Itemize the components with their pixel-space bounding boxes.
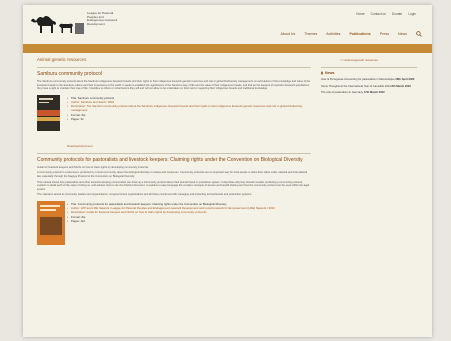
news-bullet-icon: ▮ [321, 71, 323, 75]
nav-about-us[interactable]: About Us [280, 32, 295, 36]
news-item[interactable]: Some Thoughts at the International Year … [321, 85, 417, 89]
section-paragraph: Guide for livestock keepers and NGOs on … [37, 165, 150, 169]
breadcrumb-link[interactable]: << Animal genetic resources [340, 58, 378, 62]
page-title: Animal genetic resources [37, 57, 87, 62]
news-item-date: 17th March 2022 [363, 91, 385, 94]
nav-press[interactable]: Press [380, 32, 389, 36]
section-paragraph: A community protocol is a document, prod… [37, 171, 308, 178]
divider [321, 67, 417, 68]
search-icon[interactable] [416, 31, 422, 37]
nav-news[interactable]: News [398, 32, 407, 36]
news-item-text: How is Portuguese Accounting for pastora… [321, 78, 395, 81]
news-item-text: The role of pastoralism in Germany [321, 91, 363, 94]
title-row: Animal genetic resources << Animal genet… [37, 57, 418, 65]
document-entry: Title: Samburu community protocol Author… [37, 94, 311, 153]
doc-description: Description: The Samburu community proto… [67, 104, 307, 112]
nav-publications[interactable]: Publications [349, 32, 370, 36]
document-cover-image[interactable] [37, 94, 60, 131]
site-header: League for Pastoral Peoples and Endogeno… [23, 5, 432, 44]
utility-nav: Home Contact us Donate Login [356, 12, 416, 16]
util-login-link[interactable]: Login [408, 12, 416, 16]
util-donate-link[interactable]: Donate [392, 12, 402, 16]
logo-text: League for Pastoral Peoples and Endogeno… [87, 11, 118, 26]
news-item[interactable]: The role of pastoralism in Germany 17th … [321, 91, 417, 95]
section-paragraph: The Samburu community protocol about the… [37, 80, 311, 91]
news-item-text: Some Thoughts at the International Year … [321, 84, 391, 88]
nav-themes[interactable]: Themes [304, 32, 317, 36]
document-entry: Title: Community protocols for pastorali… [37, 200, 311, 259]
news-item-date: 8th March 2022 [391, 84, 411, 88]
doc-pages: Pages: 112 [67, 219, 307, 223]
header-banner [23, 44, 432, 53]
util-home-link[interactable]: Home [356, 12, 365, 16]
news-heading: ▮ News [321, 71, 417, 75]
util-contact-link[interactable]: Contact us [371, 12, 386, 16]
camel-logo-icon[interactable] [29, 9, 85, 39]
main-nav: About Us Themes Activities Publications … [280, 31, 422, 37]
news-heading-label: News [324, 71, 335, 75]
nav-activities[interactable]: Activities [326, 32, 340, 36]
main-content: Samburu community protocol The Samburu c… [37, 67, 311, 259]
section-paragraph: This manual shows how pastoralists and o… [37, 180, 310, 191]
page-frame: League for Pastoral Peoples and Endogeno… [23, 5, 432, 337]
download-document-link[interactable]: Download document [67, 144, 93, 148]
news-item-date: 28th April 2022 [395, 78, 415, 81]
news-item[interactable]: How is Portuguese Accounting for pastora… [321, 78, 417, 82]
doc-pages: Pages: 32 [67, 117, 307, 121]
section-paragraph: The manual is aimed at community leaders… [37, 193, 252, 197]
section-title: Samburu community protocol [37, 71, 103, 77]
document-cover-image[interactable] [37, 200, 65, 245]
news-sidebar: ▮ News How is Portuguese Accounting for … [321, 67, 417, 98]
divider [37, 67, 311, 68]
section-title: Community protocols for pastoralists and… [37, 156, 303, 163]
divider [37, 152, 311, 154]
document-meta: Title: Samburu community protocol Author… [67, 96, 307, 121]
document-meta: Title: Community protocols for pastorali… [67, 202, 307, 223]
